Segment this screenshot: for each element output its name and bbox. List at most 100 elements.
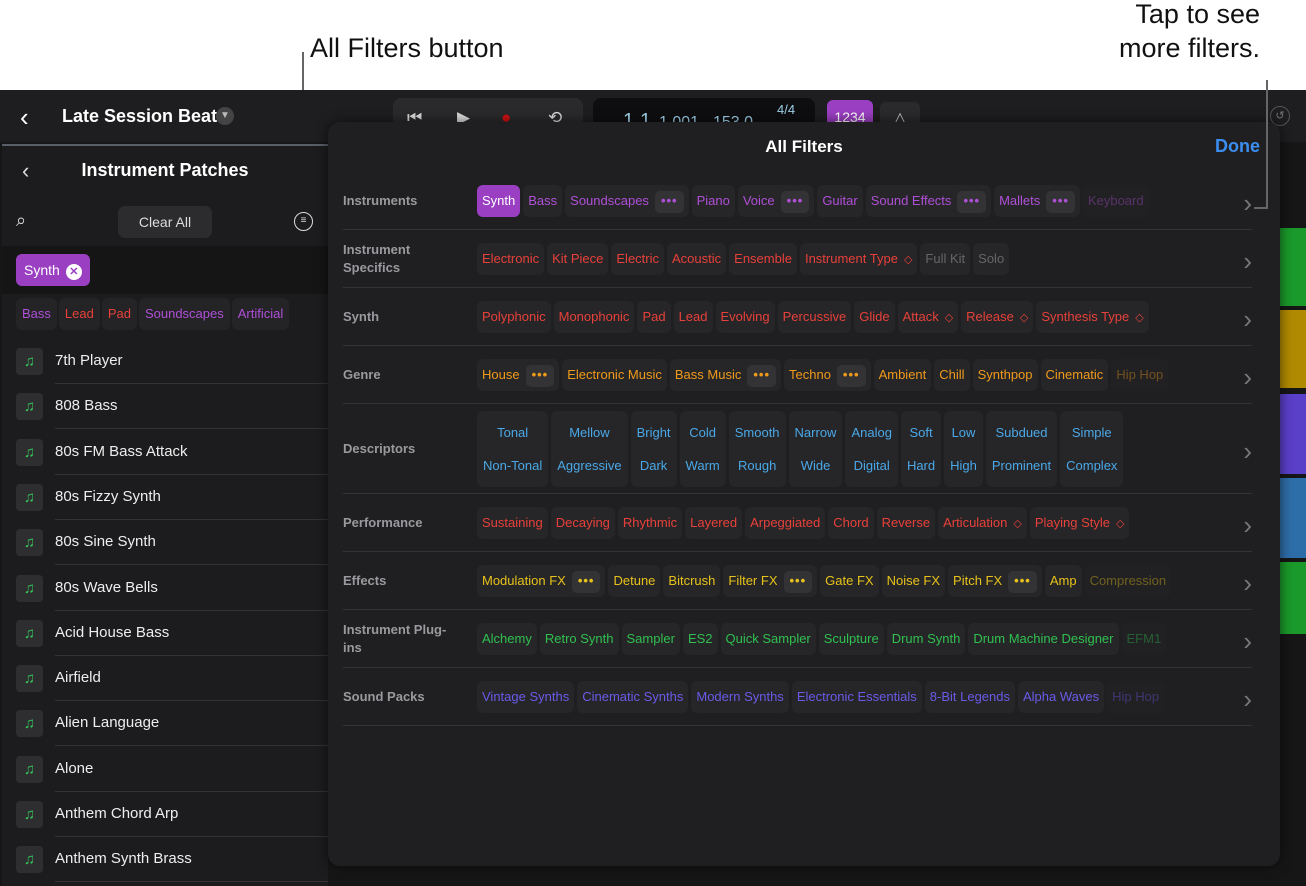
- filter-chip[interactable]: Pitch FX •••: [948, 565, 1042, 597]
- filter-chip[interactable]: Synth: [477, 185, 521, 217]
- filter-chip[interactable]: Drum Machine Designer: [968, 623, 1119, 655]
- track-region[interactable]: [1280, 228, 1306, 306]
- filter-chip[interactable]: ES2: [682, 623, 718, 655]
- list-item[interactable]: ♫ Alone: [2, 747, 328, 792]
- filter-chip[interactable]: EFM1: [1121, 623, 1167, 655]
- filter-chip[interactable]: Electronic Music: [562, 359, 667, 391]
- filter-chip[interactable]: Modulation FX •••: [477, 565, 606, 597]
- track-region[interactable]: [1280, 562, 1306, 634]
- more-options-icon[interactable]: •••: [571, 571, 601, 593]
- filter-chip[interactable]: Acoustic: [667, 243, 727, 275]
- filter-chip[interactable]: Modern Synths: [691, 681, 789, 713]
- filter-chip[interactable]: Electric: [611, 243, 665, 275]
- filter-chip[interactable]: Piano: [691, 185, 735, 217]
- filter-chip[interactable]: Glide: [854, 301, 895, 333]
- filter-chip[interactable]: Soundscapes •••: [565, 185, 689, 217]
- filter-chip[interactable]: Cinematic: [1040, 359, 1109, 391]
- more-options-icon[interactable]: •••: [654, 191, 684, 213]
- filter-chip[interactable]: Complex: [1066, 449, 1117, 482]
- filter-chip[interactable]: Chill: [934, 359, 970, 391]
- remove-icon[interactable]: ✕: [65, 264, 82, 280]
- filter-chip[interactable]: Attack ◇: [897, 301, 959, 333]
- list-item[interactable]: ♫ 7th Player: [2, 339, 328, 384]
- filter-chip[interactable]: Articulation ◇: [938, 507, 1027, 539]
- filter-chip[interactable]: Narrow: [795, 416, 837, 449]
- filter-chip[interactable]: Solo: [973, 243, 1010, 275]
- filter-chip[interactable]: Detune: [608, 565, 661, 597]
- filter-chip[interactable]: Release ◇: [961, 301, 1034, 333]
- filter-chip[interactable]: Bitcrush: [663, 565, 721, 597]
- filter-chip[interactable]: Hip Hop: [1107, 681, 1165, 713]
- filter-chip[interactable]: Quick Sampler: [720, 623, 816, 655]
- filter-chip[interactable]: Analog: [851, 416, 891, 449]
- track-region[interactable]: [1280, 394, 1306, 474]
- filter-chip[interactable]: Sound Effects •••: [865, 185, 992, 217]
- filter-chip[interactable]: Evolving: [715, 301, 775, 333]
- list-item[interactable]: ♫ Acid House Bass: [2, 611, 328, 656]
- filter-chip[interactable]: Mellow: [557, 416, 621, 449]
- filter-chip[interactable]: Cinematic Synths: [577, 681, 689, 713]
- filter-chip[interactable]: Wide: [795, 449, 837, 482]
- list-item[interactable]: ♫ 80s Fizzy Synth: [2, 475, 328, 520]
- filter-chip[interactable]: Cold: [686, 416, 720, 449]
- filter-chip[interactable]: Simple: [1066, 416, 1117, 449]
- filter-chip[interactable]: Monophonic: [553, 301, 635, 333]
- chevron-right-icon[interactable]: ›: [1243, 626, 1252, 657]
- filter-chip[interactable]: Ensemble: [729, 243, 797, 275]
- filter-chip[interactable]: Tonal: [483, 416, 542, 449]
- filter-chip[interactable]: Electronic Essentials: [791, 681, 922, 713]
- list-item[interactable]: ♫ 80s Sine Synth: [2, 520, 328, 566]
- sub-tag[interactable]: Bass: [16, 298, 57, 330]
- filter-chip[interactable]: Techno •••: [784, 359, 871, 391]
- chevron-right-icon[interactable]: ›: [1243, 510, 1252, 541]
- filter-chip[interactable]: Smooth: [735, 416, 780, 449]
- more-options-icon[interactable]: •••: [836, 365, 866, 387]
- list-item[interactable]: ♫ 80s FM Bass Attack: [2, 430, 328, 475]
- filter-chip[interactable]: Decaying: [550, 507, 615, 539]
- filter-chip[interactable]: Chord: [828, 507, 874, 539]
- filter-chip[interactable]: Lead: [673, 301, 713, 333]
- sub-tag[interactable]: Pad: [101, 298, 137, 330]
- filter-chip[interactable]: Filter FX •••: [723, 565, 818, 597]
- more-options-icon[interactable]: •••: [783, 571, 813, 593]
- filter-chip[interactable]: Non-Tonal: [483, 449, 542, 482]
- filter-chip[interactable]: Sustaining: [477, 507, 548, 539]
- filter-chip[interactable]: Vintage Synths: [477, 681, 575, 713]
- filter-chip[interactable]: Alchemy: [477, 623, 537, 655]
- all-filters-icon[interactable]: ≡: [294, 212, 313, 231]
- filter-chip[interactable]: Voice •••: [737, 185, 815, 217]
- track-region[interactable]: [1280, 310, 1306, 388]
- more-options-icon[interactable]: •••: [957, 191, 987, 213]
- more-options-icon[interactable]: •••: [1008, 571, 1037, 593]
- project-title[interactable]: Late Session Beat: [62, 106, 217, 127]
- chevron-right-icon[interactable]: ›: [1243, 246, 1252, 277]
- more-options-icon[interactable]: •••: [525, 365, 555, 387]
- filter-chip[interactable]: Drum Synth: [886, 623, 966, 655]
- track-region[interactable]: [1280, 478, 1306, 558]
- filter-chip[interactable]: Synthesis Type ◇: [1036, 301, 1149, 333]
- filter-chip[interactable]: Keyboard: [1082, 185, 1149, 217]
- filter-chip[interactable]: Retro Synth: [539, 623, 619, 655]
- filter-chip[interactable]: Gate FX: [820, 565, 879, 597]
- filter-chip[interactable]: Layered: [685, 507, 743, 539]
- filter-chip[interactable]: Synthpop: [972, 359, 1038, 391]
- list-item[interactable]: ♫ Anthem Synth Brass: [2, 837, 328, 883]
- sub-tag[interactable]: Artificial: [231, 298, 290, 330]
- more-options-icon[interactable]: •••: [747, 365, 776, 387]
- filter-chip[interactable]: Alpha Waves: [1018, 681, 1105, 713]
- filter-chip[interactable]: Amp: [1044, 565, 1082, 597]
- filter-chip[interactable]: House •••: [477, 359, 560, 391]
- filter-chip[interactable]: Hard: [907, 449, 935, 482]
- more-options-icon[interactable]: •••: [1046, 191, 1075, 213]
- filter-chip[interactable]: Bass Music •••: [669, 359, 781, 391]
- list-item[interactable]: ♫ 80s Wave Bells: [2, 566, 328, 611]
- chevron-right-icon[interactable]: ›: [1243, 436, 1252, 467]
- chevron-right-icon[interactable]: ›: [1243, 362, 1252, 393]
- chevron-right-icon[interactable]: ›: [1243, 188, 1252, 219]
- filter-chip[interactable]: Mallets •••: [994, 185, 1080, 217]
- search-icon[interactable]: ⌕: [16, 210, 26, 231]
- chevron-down-icon[interactable]: ▼: [216, 107, 234, 125]
- filter-chip[interactable]: Digital: [851, 449, 891, 482]
- filter-chip[interactable]: High: [950, 449, 977, 482]
- filter-chip[interactable]: Bass: [523, 185, 563, 217]
